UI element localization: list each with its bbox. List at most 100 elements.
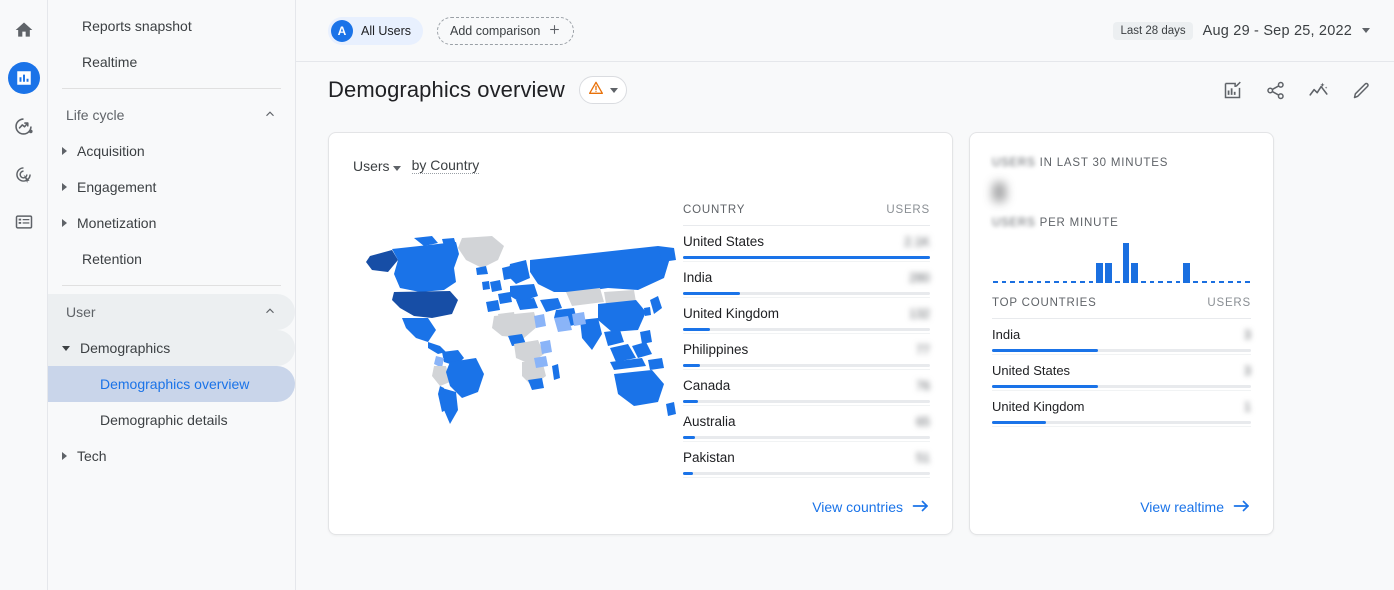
table-row[interactable]: United States3 — [992, 355, 1251, 391]
caret-down-icon — [62, 346, 70, 351]
users-last-30-min-value: 8 — [992, 177, 1251, 211]
rail-home[interactable] — [8, 14, 40, 46]
chevron-up-icon — [263, 304, 277, 321]
sidebar-item-retention[interactable]: Retention — [48, 241, 295, 277]
country-name: United Kingdom — [683, 306, 779, 321]
spark-bar — [1219, 281, 1224, 283]
edit-pencil-icon[interactable] — [1351, 80, 1372, 101]
table-header: TOP COUNTRIES USERS — [992, 297, 1251, 319]
data-warning-button[interactable] — [579, 76, 627, 104]
all-users-chip[interactable]: A All Users — [328, 17, 423, 45]
country-name: Australia — [683, 414, 736, 429]
spark-bar — [1150, 281, 1155, 283]
share-icon[interactable] — [1265, 80, 1286, 101]
spark-column — [1227, 281, 1234, 283]
spark-bar — [1237, 281, 1242, 283]
sidebar-item-engagement[interactable]: Engagement — [48, 169, 295, 205]
date-range-label: Aug 29 - Sep 25, 2022 — [1203, 23, 1352, 39]
sidebar-item-demographics[interactable]: Demographics — [48, 330, 295, 366]
view-countries-label: View countries — [812, 499, 903, 515]
sidebar-item-acquisition[interactable]: Acquisition — [48, 133, 295, 169]
label-rest: PER MINUTE — [1036, 217, 1119, 229]
caret-right-icon — [62, 183, 67, 191]
view-realtime-link[interactable]: View realtime — [1140, 499, 1251, 516]
users-last-30-min-label: USERS IN LAST 30 MINUTES — [992, 157, 1251, 169]
add-comparison-label: Add comparison — [450, 24, 540, 38]
report-content: Users by Country — [296, 118, 1394, 590]
add-comparison-button[interactable]: Add comparison — [437, 17, 574, 45]
bar-track — [683, 364, 930, 367]
sidebar-item-reports-snapshot[interactable]: Reports snapshot — [48, 8, 295, 44]
bar-fill — [992, 421, 1046, 424]
sidebar-item-demographic-details[interactable]: Demographic details — [48, 402, 295, 438]
bar-track — [992, 385, 1251, 388]
card-header: Users by Country — [353, 157, 930, 174]
spark-bar — [993, 281, 998, 283]
sidebar-item-realtime[interactable]: Realtime — [48, 44, 295, 80]
plus-icon — [548, 23, 561, 39]
nav-section-user[interactable]: User — [48, 294, 295, 330]
table-row[interactable]: Pakistan51 — [683, 442, 930, 478]
spark-bar — [1071, 281, 1076, 283]
insights-icon[interactable] — [1222, 80, 1243, 101]
dimension-label[interactable]: by Country — [412, 157, 480, 174]
spark-bar — [1089, 281, 1094, 283]
country-users: 132 — [909, 307, 930, 321]
spark-bar — [1028, 281, 1033, 283]
bar-track — [683, 256, 930, 259]
table-row[interactable]: United Kingdom1 — [992, 391, 1251, 427]
trend-sparkle-icon[interactable] — [1308, 80, 1329, 101]
spark-bar — [1158, 281, 1163, 283]
country-name: United States — [992, 363, 1070, 378]
avatar: A — [331, 20, 353, 42]
country-name: Philippines — [683, 342, 748, 357]
arrow-right-icon — [912, 499, 930, 516]
column-header-country: COUNTRY — [683, 204, 745, 216]
table-row[interactable]: India3 — [992, 319, 1251, 355]
table-row[interactable]: Canada76 — [683, 370, 930, 406]
sidebar-item-tech[interactable]: Tech — [48, 438, 295, 474]
spark-bar — [1211, 281, 1216, 283]
spark-bar — [1054, 281, 1059, 283]
table-row[interactable]: United States 2.1K — [683, 226, 930, 262]
rail-library[interactable] — [8, 206, 40, 238]
table-row[interactable]: India280 — [683, 262, 930, 298]
bar-fill — [683, 364, 700, 367]
table-row[interactable]: Philippines77 — [683, 334, 930, 370]
spark-bar — [1045, 281, 1050, 283]
bar-fill — [683, 292, 740, 295]
sidebar-item-demographics-overview[interactable]: Demographics overview — [48, 366, 295, 402]
date-range-selector[interactable]: Last 28 days Aug 29 - Sep 25, 2022 — [1113, 22, 1370, 40]
sidebar-item-label: Demographics — [80, 340, 170, 356]
rail-reports[interactable] — [8, 62, 40, 94]
metric-selector[interactable]: Users — [353, 158, 406, 174]
view-countries-link[interactable]: View countries — [812, 499, 930, 516]
world-map[interactable] — [353, 178, 683, 480]
spark-column — [1062, 281, 1069, 283]
spark-column — [1140, 281, 1147, 283]
rail-advertising[interactable] — [8, 158, 40, 190]
table-row[interactable]: United Kingdom 132 — [683, 298, 930, 334]
users-per-minute-chart[interactable] — [992, 237, 1251, 283]
map-and-table: COUNTRY USERS United States2.1K India280 — [353, 178, 930, 480]
bar-chart-icon — [15, 69, 33, 87]
spark-bar — [1202, 281, 1207, 283]
spark-column — [992, 281, 999, 283]
explore-icon — [13, 116, 34, 137]
spark-column — [1131, 263, 1138, 283]
sidebar-item-monetization[interactable]: Monetization — [48, 205, 295, 241]
spark-bar — [1105, 263, 1112, 283]
country-users: 2.1K — [904, 235, 930, 249]
bar-fill — [683, 436, 695, 439]
rail-explore[interactable] — [8, 110, 40, 142]
country-table: COUNTRY USERS United States2.1K India280 — [683, 178, 930, 480]
country-name: United States — [683, 234, 764, 249]
nav-section-life-cycle[interactable]: Life cycle — [48, 97, 295, 133]
spark-bar — [1131, 263, 1138, 283]
spark-column — [1166, 281, 1173, 283]
sidebar-item-label: Demographics overview — [100, 376, 249, 392]
spark-bar — [1115, 281, 1120, 283]
spark-bar — [1141, 281, 1146, 283]
warning-triangle-icon — [588, 80, 604, 101]
table-row[interactable]: Australia65 — [683, 406, 930, 442]
